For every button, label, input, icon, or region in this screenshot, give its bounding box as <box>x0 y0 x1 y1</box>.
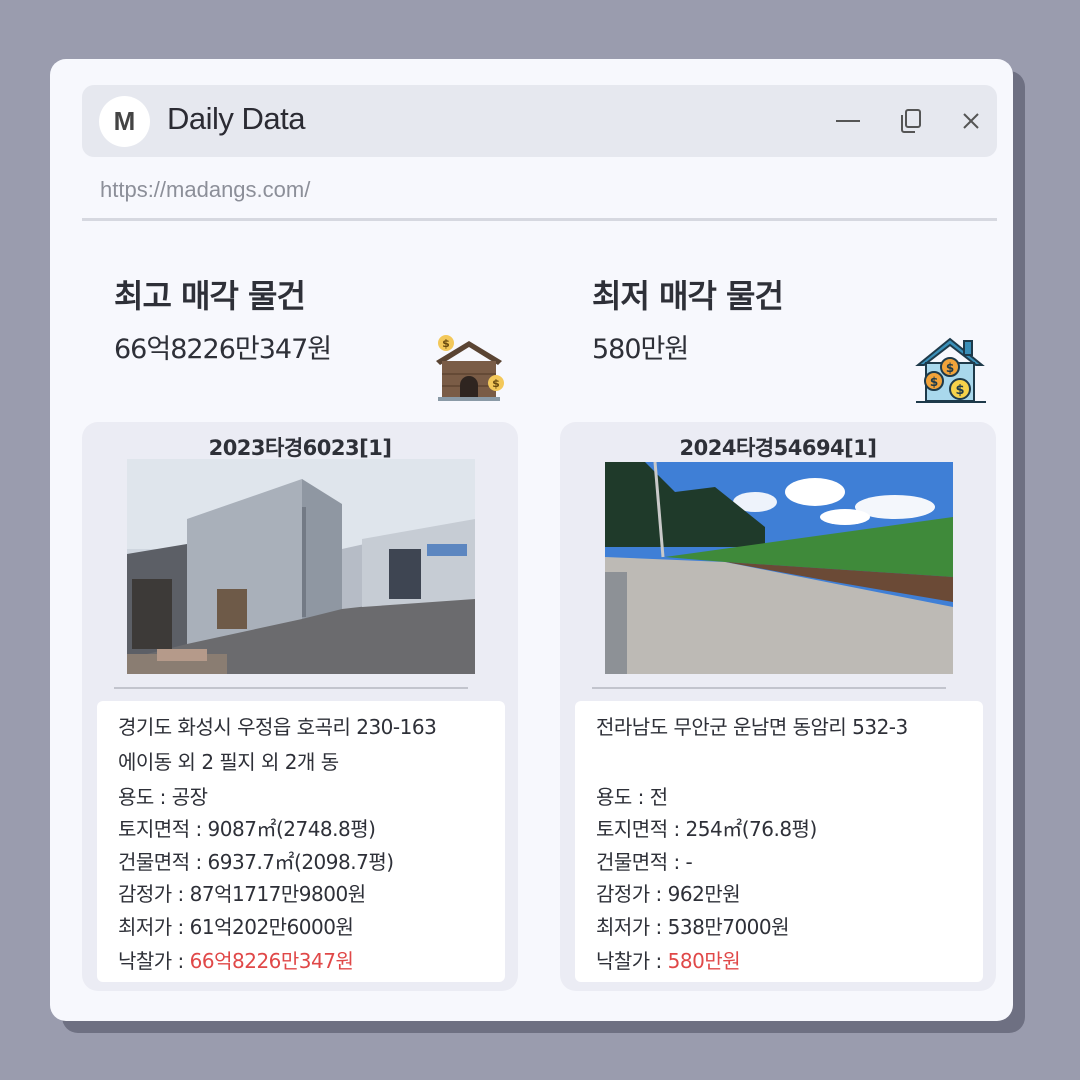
winning-bid-value: 580만원 <box>667 949 741 973</box>
lowest-property-card[interactable]: 2024타경54694[1] 전라남도 무안군 운남면 동암리 532-3 용도… <box>560 422 996 991</box>
app-window: M Daily Data https://madangs.com/ 최고 매각 … <box>50 59 1013 1021</box>
highest-heading: 최고 매각 물건 <box>114 277 306 315</box>
svg-text:$: $ <box>946 361 954 375</box>
svg-text:$: $ <box>955 383 964 398</box>
lowest-amount: 580만원 <box>592 334 689 365</box>
highest-amount: 66억8226만347원 <box>114 334 332 365</box>
highest-info-panel: 경기도 화성시 우정읍 호곡리 230-163 에이동 외 2 필지 외 2개 … <box>97 701 505 982</box>
factory-building-photo <box>127 459 475 674</box>
address-line1: 전라남도 무안군 운남면 동암리 532-3 <box>596 715 908 739</box>
lowest-case-number: 2024타경54694[1] <box>679 436 877 460</box>
header-divider <box>82 218 997 221</box>
minimum-price: 최저가 : 61억202만6000원 <box>118 915 354 939</box>
building-area: 건물면적 : 6937.7㎡(2098.7평) <box>118 850 394 874</box>
minimize-icon[interactable] <box>832 105 864 137</box>
title-bar: M Daily Data <box>82 85 997 157</box>
card-separator <box>114 687 468 689</box>
winning-bid: 낙찰가 : 66억8226만347원 <box>118 945 354 974</box>
address-line2: 에이동 외 2 필지 외 2개 동 <box>118 750 339 774</box>
highest-property-card[interactable]: 2023타경6023[1] 경기도 화성시 우정읍 호곡리 230-163 에이… <box>82 422 518 991</box>
farmland-road-photo <box>605 462 953 674</box>
lowest-heading: 최저 매각 물건 <box>592 277 784 315</box>
usage: 용도 : 전 <box>596 785 668 809</box>
app-title: Daily Data <box>167 101 306 136</box>
close-icon[interactable] <box>955 105 987 137</box>
minimum-price: 최저가 : 538만7000원 <box>596 915 790 939</box>
winning-bid: 낙찰가 : 580만원 <box>596 945 741 974</box>
winning-bid-label: 낙찰가 : <box>596 949 668 973</box>
lowest-info-panel: 전라남도 무안군 운남면 동암리 532-3 용도 : 전 토지면적 : 254… <box>575 701 983 982</box>
address-line1: 경기도 화성시 우정읍 호곡리 230-163 <box>118 715 437 739</box>
svg-text:$: $ <box>930 375 938 389</box>
land-area: 토지면적 : 254㎡(76.8평) <box>596 817 817 841</box>
highest-case-number: 2023타경6023[1] <box>208 436 392 460</box>
duplicate-icon[interactable] <box>895 105 927 137</box>
svg-text:$: $ <box>492 377 500 390</box>
appraisal-price: 감정가 : 962만원 <box>596 882 741 906</box>
svg-text:$: $ <box>442 337 450 350</box>
url-text[interactable]: https://madangs.com/ <box>100 177 310 203</box>
winning-bid-value: 66억8226만347원 <box>189 949 354 973</box>
house-coins-icon: $ $ $ <box>914 333 988 407</box>
app-logo: M <box>99 96 150 147</box>
usage: 용도 : 공장 <box>118 785 208 809</box>
building-area: 건물면적 : - <box>596 850 693 874</box>
house-money-icon: $ $ <box>432 331 506 405</box>
appraisal-price: 감정가 : 87억1717만9800원 <box>118 882 366 906</box>
winning-bid-label: 낙찰가 : <box>118 949 190 973</box>
card-separator <box>592 687 946 689</box>
land-area: 토지면적 : 9087㎡(2748.8평) <box>118 817 376 841</box>
